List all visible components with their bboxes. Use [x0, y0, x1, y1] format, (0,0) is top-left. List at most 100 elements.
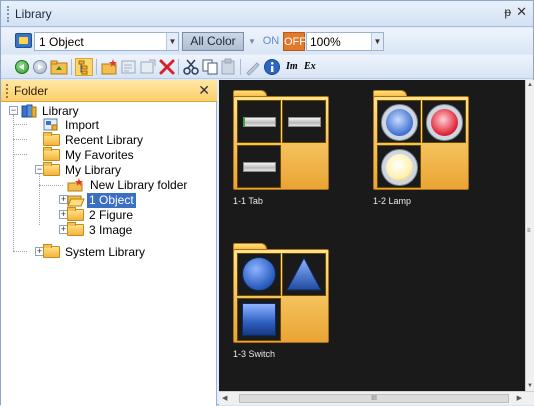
back-icon[interactable]	[13, 58, 31, 76]
scroll-right-icon[interactable]: ▶	[517, 394, 522, 402]
export-icon[interactable]: Ex	[302, 58, 320, 76]
tree-item-label: System Library	[65, 245, 146, 259]
folder-icon	[67, 222, 84, 236]
tab-object-thumbnail	[282, 100, 326, 143]
zoom-select[interactable]: 100% ▼	[306, 32, 384, 51]
tree-connector	[13, 124, 27, 125]
object-selector-icon[interactable]	[15, 33, 32, 48]
info-icon[interactable]	[263, 58, 281, 76]
red-lamp-thumbnail	[422, 100, 466, 143]
yellow-lamp-thumbnail	[377, 145, 421, 188]
color-mode-button[interactable]: All Color	[182, 32, 244, 51]
tab-object-thumbnail	[237, 100, 281, 143]
horizontal-scroll-thumb[interactable]: III	[239, 394, 509, 403]
import-icon	[43, 118, 58, 131]
properties-icon[interactable]	[120, 58, 138, 76]
tree-connector	[39, 169, 40, 225]
folder-icon	[43, 147, 60, 161]
copy-icon[interactable]	[201, 58, 219, 76]
close-icon[interactable]: ✕	[516, 4, 527, 20]
tree-item-library[interactable]: Library	[21, 104, 81, 119]
vertical-scrollbar[interactable]: ▲ ≡ ▼	[525, 80, 534, 391]
folder-icon	[43, 162, 60, 176]
scroll-thumb-icon[interactable]: ≡	[527, 228, 533, 236]
tree-item-label: 3 Image	[89, 223, 133, 237]
object-type-select[interactable]: 1 Object ▼	[34, 32, 179, 51]
drag-grip-icon[interactable]	[6, 84, 9, 98]
off-state-button[interactable]: OFF	[283, 32, 306, 51]
library-item-lamp[interactable]: 1-2 Lamp	[373, 90, 473, 220]
scroll-up-icon[interactable]: ▲	[527, 82, 533, 88]
library-item-tab[interactable]: 1-1 Tab	[233, 90, 333, 220]
toolbar-separator	[240, 59, 241, 75]
toolbar-separator	[96, 59, 97, 75]
scroll-left-icon[interactable]: ◀	[222, 394, 227, 402]
tree-item-label: 1 Object	[87, 193, 136, 208]
toolbar-separator	[71, 59, 72, 75]
tree-item-label: Recent Library	[65, 133, 144, 147]
window-title: Library	[15, 7, 52, 21]
tree-item-import[interactable]: Import	[43, 118, 101, 133]
tree-item-1-object[interactable]: 1 Object	[67, 193, 136, 208]
forward-icon[interactable]	[31, 58, 49, 76]
triangle-switch-thumbnail	[282, 253, 326, 296]
tree-item-recent-library[interactable]: Recent Library	[43, 132, 145, 148]
tree-item-3-image[interactable]: 3 Image	[67, 222, 134, 238]
tree-item-new-library-folder[interactable]: New Library folder	[67, 178, 189, 193]
object-type-value: 1 Object	[39, 35, 84, 49]
folder-panel-header: Folder ✕	[1, 80, 217, 102]
import-label: Im	[286, 61, 298, 72]
folder-panel: Folder ✕ − Library Import Recent Library	[1, 80, 217, 406]
on-state-button[interactable]: ON	[260, 32, 282, 51]
tree-item-label: My Favorites	[65, 148, 134, 162]
folder-thumbnail-icon	[233, 90, 329, 190]
new-folder-icon	[67, 178, 83, 192]
title-bar: Library ᵽ ✕	[1, 1, 533, 27]
library-content-view: 1-1 Tab 1-2 Lamp 1-3 Switch	[219, 80, 525, 391]
dropdown-arrow-icon[interactable]: ▼	[166, 33, 178, 50]
horizontal-scrollbar[interactable]: ◀ III ▶	[219, 391, 534, 405]
round-switch-thumbnail	[237, 253, 281, 296]
blue-lamp-thumbnail	[377, 100, 421, 143]
zoom-dropdown-arrow-icon[interactable]: ▼	[371, 33, 383, 50]
toolbar-separator	[178, 59, 179, 75]
delete-icon[interactable]	[158, 58, 176, 76]
edit-icon[interactable]	[244, 58, 262, 76]
tree-item-2-figure[interactable]: 2 Figure	[67, 207, 135, 223]
folder-up-icon[interactable]	[50, 58, 68, 76]
folder-icon	[43, 132, 60, 146]
rename-icon[interactable]	[139, 58, 157, 76]
zoom-value: 100%	[310, 35, 341, 49]
command-toolbar: Im Ex	[1, 55, 533, 79]
folder-panel-title: Folder	[14, 84, 49, 98]
library-icon	[21, 104, 37, 118]
expander-library[interactable]: −	[9, 106, 18, 115]
folder-icon	[67, 207, 84, 221]
paste-icon[interactable]	[220, 58, 238, 76]
scroll-down-icon[interactable]: ▼	[527, 383, 533, 389]
tab-object-thumbnail	[237, 145, 281, 188]
import-icon[interactable]: Im	[284, 58, 302, 76]
tree-item-label: New Library folder	[90, 178, 188, 192]
drag-grip-icon[interactable]	[7, 6, 10, 22]
tree-item-label: 2 Figure	[89, 208, 134, 222]
pin-icon[interactable]: ᵽ	[504, 5, 511, 19]
tree-item-my-library[interactable]: My Library	[43, 162, 123, 178]
tree-connector	[13, 115, 14, 251]
display-toolbar: 1 Object ▼ All Color ▼ ON OFF 100% ▼	[1, 28, 533, 54]
library-item-caption: 1-3 Switch	[233, 349, 276, 359]
tree-item-my-favorites[interactable]: My Favorites	[43, 147, 136, 163]
color-dropdown-arrow-icon[interactable]: ▼	[246, 32, 258, 51]
library-item-switch[interactable]: 1-3 Switch	[233, 243, 333, 373]
folder-thumbnail-icon	[233, 243, 329, 343]
tree-connector	[13, 251, 27, 252]
export-label: Ex	[304, 61, 316, 72]
new-folder-icon[interactable]	[101, 58, 119, 76]
tree-view-icon[interactable]	[75, 58, 93, 76]
close-icon[interactable]: ✕	[198, 82, 210, 99]
library-item-caption: 1-2 Lamp	[373, 196, 412, 206]
tree-connector	[13, 139, 27, 140]
tree-item-system-library[interactable]: System Library	[43, 244, 147, 260]
cut-icon[interactable]	[182, 58, 200, 76]
tree-item-label: My Library	[65, 163, 122, 177]
